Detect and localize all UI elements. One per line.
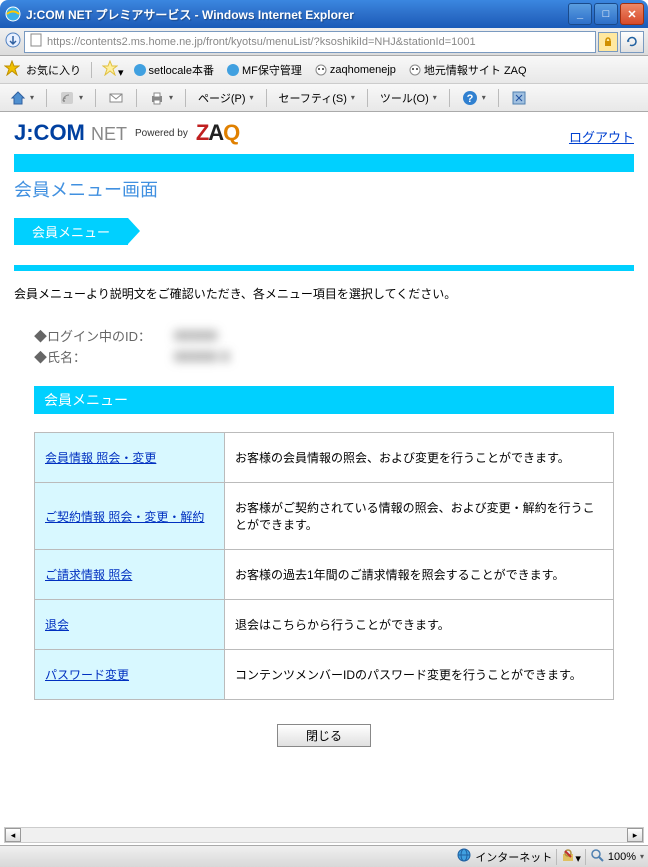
logout-link[interactable]: ログアウト [569, 127, 634, 146]
table-row: ご請求情報 照会 お客様の過去1年間のご請求情報を照会することができます。 [35, 550, 614, 600]
separator [266, 89, 267, 107]
menu-desc: お客様の過去1年間のご請求情報を照会することができます。 [225, 550, 614, 600]
tools-menu[interactable]: ツール(O) [376, 88, 441, 108]
breadcrumb-ribbon: 会員メニュー [14, 218, 128, 245]
table-row: 退会 退会はこちらから行うことができます。 [35, 600, 614, 650]
page-menu[interactable]: ページ(P) [194, 88, 257, 108]
separator [185, 89, 186, 107]
svg-text:?: ? [466, 93, 473, 105]
divider [14, 265, 634, 271]
table-row: 会員情報 照会・変更 お客様の会員情報の照会、および変更を行うことができます。 [35, 433, 614, 483]
separator [95, 89, 96, 107]
address-bar: https://contents2.ms.home.ne.jp/front/ky… [0, 28, 648, 56]
zoom-dropdown-icon[interactable]: ▾ [640, 852, 644, 861]
header-bar [14, 154, 634, 172]
zaq-logo: ZAQ [196, 120, 239, 146]
close-window-button[interactable]: ✕ [620, 3, 644, 25]
separator [367, 89, 368, 107]
devtools-button[interactable] [507, 88, 531, 108]
fav-item-2[interactable]: zaqhomenejp [311, 61, 399, 79]
close-button[interactable]: 閉じる [277, 724, 371, 747]
menu-link-withdraw[interactable]: 退会 [45, 618, 69, 632]
scroll-left-button[interactable]: ◂ [5, 828, 21, 842]
table-row: ご契約情報 照会・変更・解約 お客様がご契約されている情報の照会、および変更・解… [35, 483, 614, 550]
print-button[interactable] [145, 88, 177, 108]
name-label: ◆氏名： [34, 347, 174, 366]
separator [91, 62, 92, 78]
zoom-icon[interactable] [590, 848, 604, 865]
address-input[interactable]: https://contents2.ms.home.ne.jp/front/ky… [24, 31, 596, 53]
menu-link-member-info[interactable]: 会員情報 照会・変更 [45, 451, 156, 465]
zoom-level[interactable]: 100% [604, 851, 640, 863]
fav-item-1[interactable]: MF保守管理 [223, 60, 305, 80]
content-area: J:COM NET Powered by ZAQ ログアウト 会員メニュー画面 … [0, 112, 648, 827]
separator [585, 849, 586, 865]
url-text: https://contents2.ms.home.ne.jp/front/ky… [47, 36, 476, 48]
zone-text: インターネット [475, 849, 552, 865]
fav-item-0[interactable]: setlocale本番 [130, 60, 217, 80]
home-button[interactable] [6, 88, 38, 108]
brand-logo: J:COM NET Powered by ZAQ [14, 120, 239, 146]
login-id-value: XXXXX [174, 328, 217, 343]
favorites-bar: お気に入り ▾ setlocale本番 MF保守管理 zaqhomenejp 地… [0, 56, 648, 84]
page-icon [29, 33, 43, 50]
mail-button[interactable] [104, 88, 128, 108]
suggested-sites-icon[interactable]: ▾ [102, 60, 124, 79]
page-title: 会員メニュー画面 [14, 174, 634, 210]
separator [498, 89, 499, 107]
menu-desc: 退会はこちらから行うことができます。 [225, 600, 614, 650]
separator [46, 89, 47, 107]
menu-desc: コンテンツメンバーIDのパスワード変更を行うことができます。 [225, 650, 614, 700]
favorites-label[interactable]: お気に入り [26, 62, 81, 78]
favorites-star-icon[interactable] [4, 60, 20, 79]
feeds-button[interactable] [55, 88, 87, 108]
status-bar: インターネット ▾ 100% ▾ [0, 845, 648, 867]
window-title: J:COM NET プレミアサービス - Windows Internet Ex… [26, 6, 568, 23]
safety-menu[interactable]: セーフティ(S) [275, 88, 359, 108]
menu-link-password[interactable]: パスワード変更 [45, 668, 129, 682]
instruction-text: 会員メニューより説明文をご確認いただき、各メニュー項目を選択してください。 [14, 285, 634, 302]
menu-link-contract-info[interactable]: ご契約情報 照会・変更・解約 [45, 510, 204, 524]
login-id-label: ◆ログイン中のID： [34, 326, 174, 345]
menu-desc: お客様の会員情報の照会、および変更を行うことができます。 [225, 433, 614, 483]
table-row: パスワード変更 コンテンツメンバーIDのパスワード変更を行うことができます。 [35, 650, 614, 700]
help-button[interactable]: ? [458, 88, 490, 108]
separator [556, 849, 557, 865]
user-info-block: ◆ログイン中のID： XXXXX ◆氏名： XXXXX X [34, 326, 614, 366]
globe-icon [457, 848, 471, 865]
protected-mode-icon[interactable]: ▾ [561, 848, 581, 865]
separator [136, 89, 137, 107]
maximize-button[interactable]: □ [594, 3, 618, 25]
command-bar: ページ(P) セーフティ(S) ツール(O) ? [0, 84, 648, 112]
menu-heading: 会員メニュー [34, 386, 614, 414]
nav-dropdown-icon[interactable] [4, 31, 22, 52]
horizontal-scrollbar[interactable]: ◂ ▸ [4, 827, 644, 843]
name-value: XXXXX X [174, 349, 230, 364]
menu-table: 会員情報 照会・変更 お客様の会員情報の照会、および変更を行うことができます。 … [34, 432, 614, 700]
minimize-button[interactable]: _ [568, 3, 592, 25]
window-titlebar: J:COM NET プレミアサービス - Windows Internet Ex… [0, 0, 648, 28]
menu-link-billing-info[interactable]: ご請求情報 照会 [45, 568, 132, 582]
scroll-right-button[interactable]: ▸ [627, 828, 643, 842]
lock-icon[interactable] [598, 32, 618, 52]
separator [449, 89, 450, 107]
fav-item-3[interactable]: 地元情報サイト ZAQ [405, 60, 530, 80]
refresh-button[interactable] [620, 31, 644, 53]
ie-icon [4, 5, 22, 23]
menu-desc: お客様がご契約されている情報の照会、および変更・解約を行うことができます。 [225, 483, 614, 550]
